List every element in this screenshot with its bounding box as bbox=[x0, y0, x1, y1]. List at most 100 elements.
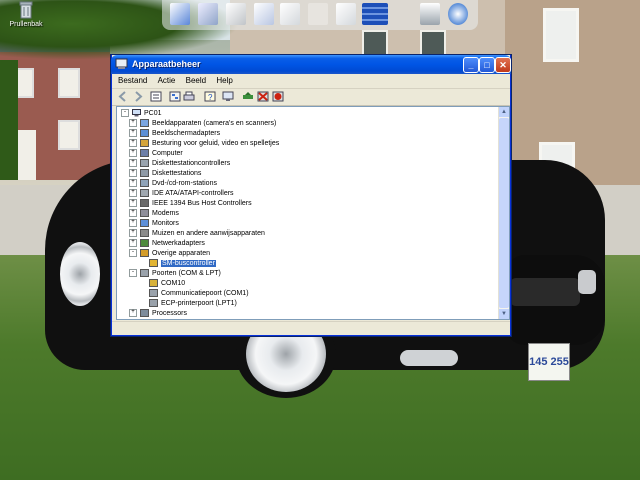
tree-item-label: IEEE 1394 Bus Host Controllers bbox=[152, 200, 252, 207]
tree-item[interactable]: + Processors bbox=[129, 309, 187, 319]
warning-device-icon bbox=[149, 259, 158, 268]
device-category-icon bbox=[140, 199, 149, 208]
device-manager-window: Apparaatbeheer _ □ ✕ Bestand Actie Beeld… bbox=[111, 55, 511, 336]
device-category-icon bbox=[140, 139, 149, 148]
collapse-toggle[interactable]: - bbox=[129, 249, 137, 258]
properties-icon[interactable] bbox=[150, 91, 162, 102]
tree-view-icon[interactable] bbox=[169, 91, 181, 102]
folder-icon[interactable] bbox=[254, 3, 274, 25]
svg-text:?: ? bbox=[208, 93, 213, 102]
monitor-icon[interactable] bbox=[170, 3, 190, 25]
device-category-icon bbox=[149, 279, 158, 288]
window-icon[interactable] bbox=[198, 3, 218, 25]
expand-toggle[interactable]: + bbox=[129, 139, 137, 148]
tree-item[interactable]: SM-buscontroller bbox=[149, 259, 216, 269]
tree-item[interactable]: + Beeldschermadapters bbox=[129, 129, 220, 139]
menu-help[interactable]: Help bbox=[216, 74, 232, 88]
expand-toggle[interactable]: + bbox=[129, 199, 137, 208]
tree-item[interactable]: + IDE ATA/ATAPI-controllers bbox=[129, 189, 234, 199]
close-button[interactable]: ✕ bbox=[495, 57, 511, 73]
collapse-toggle[interactable]: - bbox=[129, 269, 137, 278]
tree-item-label: Beeldschermadapters bbox=[152, 130, 221, 137]
tree-item[interactable]: + Beeldapparaten (camera's en scanners) bbox=[129, 119, 276, 129]
disk-icon[interactable] bbox=[226, 3, 246, 25]
tree-item[interactable]: ECP-printerpoort (LPT1) bbox=[149, 299, 237, 309]
car-foglight bbox=[400, 350, 458, 366]
tree-item-label: ECP-printerpoort (LPT1) bbox=[161, 300, 237, 307]
expand-toggle[interactable]: + bbox=[129, 309, 137, 318]
maximize-button[interactable]: □ bbox=[479, 57, 495, 73]
device-tree[interactable]: - PC01 + Beeldapparaten (camera's en scann… bbox=[116, 106, 510, 320]
uninstall-icon[interactable] bbox=[272, 91, 284, 102]
menu-beeld[interactable]: Beeld bbox=[186, 74, 206, 88]
tree-item[interactable]: + Diskettestationcontrollers bbox=[129, 159, 230, 169]
device-category-icon bbox=[140, 269, 149, 278]
scroll-thumb[interactable] bbox=[499, 118, 509, 308]
expand-toggle[interactable]: + bbox=[129, 209, 137, 218]
tree-item[interactable]: COM10 bbox=[149, 279, 185, 289]
file-icon[interactable] bbox=[280, 3, 300, 25]
menu-actie[interactable]: Actie bbox=[158, 74, 176, 88]
print-icon[interactable] bbox=[183, 91, 195, 102]
tree-item[interactable]: + Dvd-/cd-rom-stations bbox=[129, 179, 217, 189]
tree-item[interactable]: + Diskettestations bbox=[129, 169, 201, 179]
desktop-icon-recycle-bin[interactable]: Prullenbak bbox=[4, 1, 48, 28]
wheel-rim bbox=[60, 242, 100, 306]
tree-item[interactable]: + Computer bbox=[129, 149, 183, 159]
tree-item-label: Beeldapparaten (camera's en scanners) bbox=[152, 120, 277, 127]
blank-icon[interactable] bbox=[308, 3, 328, 25]
expand-toggle[interactable]: + bbox=[129, 169, 137, 178]
tree-item[interactable]: Communicatiepoort (COM1) bbox=[149, 289, 249, 299]
scroll-up-arrow[interactable]: ▲ bbox=[499, 107, 509, 117]
expand-toggle[interactable]: + bbox=[129, 219, 137, 228]
collapse-toggle[interactable]: - bbox=[121, 109, 129, 118]
tree-item[interactable]: + IEEE 1394 Bus Host Controllers bbox=[129, 199, 252, 209]
tree-item[interactable]: + Modems bbox=[129, 209, 179, 219]
tree-item[interactable]: + Netwerkadapters bbox=[129, 239, 205, 249]
forward-icon[interactable] bbox=[132, 91, 144, 102]
scan-hardware-icon[interactable] bbox=[222, 91, 234, 102]
expand-toggle[interactable]: + bbox=[129, 179, 137, 188]
tree-item-label: Poorten (COM & LPT) bbox=[152, 270, 221, 277]
device-category-icon bbox=[140, 149, 149, 158]
expand-toggle[interactable]: + bbox=[129, 119, 137, 128]
file-icon[interactable] bbox=[336, 3, 356, 25]
device-category-icon bbox=[140, 179, 149, 188]
tree-item[interactable]: - Poorten (COM & LPT) bbox=[129, 269, 221, 279]
title-bar[interactable]: Apparaatbeheer _ □ ✕ bbox=[111, 55, 511, 74]
menu-bestand[interactable]: Bestand bbox=[118, 74, 147, 88]
bars-icon[interactable] bbox=[362, 3, 388, 25]
clock-icon[interactable] bbox=[448, 3, 468, 25]
tree-root-label: PC01 bbox=[144, 110, 162, 117]
car-headlight bbox=[578, 270, 596, 294]
expand-toggle[interactable]: + bbox=[129, 239, 137, 248]
device-category-icon bbox=[140, 189, 149, 198]
tree-root[interactable]: - PC01 bbox=[121, 109, 162, 119]
tree-item-label: Modems bbox=[152, 210, 179, 217]
expand-toggle[interactable]: + bbox=[129, 189, 137, 198]
scroll-down-arrow[interactable]: ▼ bbox=[499, 309, 509, 319]
help-icon[interactable]: ? bbox=[204, 91, 216, 102]
tree-item-label: Monitors bbox=[152, 220, 179, 227]
expand-toggle[interactable]: + bbox=[129, 159, 137, 168]
status-bar bbox=[112, 321, 510, 335]
tree-item[interactable]: + Muizen en andere aanwijsapparaten bbox=[129, 229, 265, 239]
vertical-scrollbar[interactable]: ▲ ▼ bbox=[498, 107, 509, 319]
tree-item-label: Computer bbox=[152, 150, 183, 157]
device-category-icon bbox=[140, 219, 149, 228]
expand-toggle[interactable]: + bbox=[129, 229, 137, 238]
disable-icon[interactable] bbox=[257, 91, 269, 102]
back-icon[interactable] bbox=[117, 91, 129, 102]
tree-item[interactable]: + Monitors bbox=[129, 219, 179, 229]
expand-toggle[interactable]: + bbox=[129, 129, 137, 138]
tree-item[interactable]: - Overige apparaten bbox=[129, 249, 210, 259]
device-category-icon bbox=[140, 229, 149, 238]
update-driver-icon[interactable] bbox=[242, 91, 254, 102]
expand-toggle[interactable]: + bbox=[129, 149, 137, 158]
minimize-button[interactable]: _ bbox=[463, 57, 479, 73]
trash-icon[interactable] bbox=[420, 3, 440, 25]
tree-item[interactable]: + Besturing voor geluid, video en spellet… bbox=[129, 139, 279, 149]
recycle-bin-icon bbox=[19, 1, 33, 19]
tree-item-label: Dvd-/cd-rom-stations bbox=[152, 180, 217, 187]
device-category-icon bbox=[140, 309, 149, 318]
